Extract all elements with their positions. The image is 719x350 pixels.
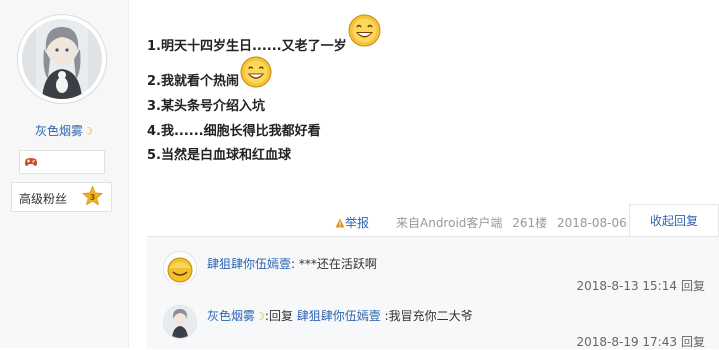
- reply-content: :我冒充你二大爷: [380, 309, 473, 323]
- post-line-2: 2.我就看个热闹: [147, 74, 239, 89]
- report-icon: [335, 218, 345, 228]
- report-label[interactable]: 举报: [345, 216, 369, 230]
- post-source: 来自Android客户端: [396, 216, 503, 230]
- post-line-1: 1.明天十四岁生日......又老了一岁: [147, 39, 347, 54]
- avatar-image: [22, 19, 102, 99]
- author-sidebar: 灰色烟雾☽ 高级粉丝 3: [0, 0, 129, 348]
- reply-list: 肆狙肆你伍嫣壹: ***还在活跃啊 2018-8-13 15:14 回复 灰色烟雾…: [147, 236, 719, 349]
- reply-meta: 2018-8-19 17:43 回复: [576, 333, 705, 350]
- reply-time: 2018-8-13 15:14: [576, 279, 677, 293]
- reply-meta: 2018-8-13 15:14 回复: [576, 277, 705, 294]
- post-floor: 261楼: [512, 216, 548, 230]
- reply-button[interactable]: 回复: [681, 335, 705, 349]
- reply-prefix: 回复: [268, 309, 297, 323]
- smiley-emoji-icon: [348, 14, 381, 47]
- level-star-icon: 3: [81, 185, 104, 206]
- author-avatar[interactable]: [17, 14, 107, 104]
- post-line-3: 3.某头条号介绍入坑: [147, 99, 265, 114]
- moon-icon: ☽: [83, 125, 93, 138]
- reply-avatar[interactable]: [163, 305, 197, 339]
- reply-avatar[interactable]: [163, 251, 197, 285]
- reply-target[interactable]: 肆狙肆你伍嫣壹: [297, 309, 381, 323]
- reply-time: 2018-8-19 17:43: [576, 335, 677, 349]
- author-name[interactable]: 灰色烟雾☽: [0, 122, 128, 139]
- fan-level-number: 3: [90, 193, 95, 202]
- post-line-4: 4.我......细胞长得比我都好看: [147, 124, 321, 139]
- reply-content: ***还在活跃啊: [295, 257, 377, 271]
- author-name-text[interactable]: 灰色烟雾: [35, 124, 83, 138]
- reply-button[interactable]: 回复: [681, 279, 705, 293]
- reply-author[interactable]: 肆狙肆你伍嫣壹: [207, 257, 291, 271]
- report-link[interactable]: 举报: [335, 214, 369, 231]
- fan-level-label: 高级粉丝: [19, 192, 68, 206]
- fold-replies-button[interactable]: 收起回复: [629, 204, 719, 238]
- smiley-emoji-icon: [240, 56, 272, 88]
- reply-author[interactable]: 灰色烟雾: [207, 309, 255, 323]
- gamepad-icon[interactable]: [24, 155, 38, 169]
- post-meta: 来自Android客户端 261楼 2018-08-06 16:16: [396, 214, 665, 231]
- moon-icon: ☽: [255, 310, 265, 323]
- reply-text: 灰色烟雾☽:回复 肆狙肆你伍嫣壹 :我冒充你二大爷: [207, 307, 473, 324]
- post-tail: 举报 来自Android客户端 261楼 2018-08-06 16:16 收起…: [128, 204, 719, 238]
- fan-level[interactable]: 高级粉丝 3: [11, 182, 112, 212]
- badge-bar: [19, 150, 105, 174]
- post-line-5: 5.当然是白血球和红血球: [147, 148, 291, 163]
- reply-text: 肆狙肆你伍嫣壹: ***还在活跃啊: [207, 255, 377, 272]
